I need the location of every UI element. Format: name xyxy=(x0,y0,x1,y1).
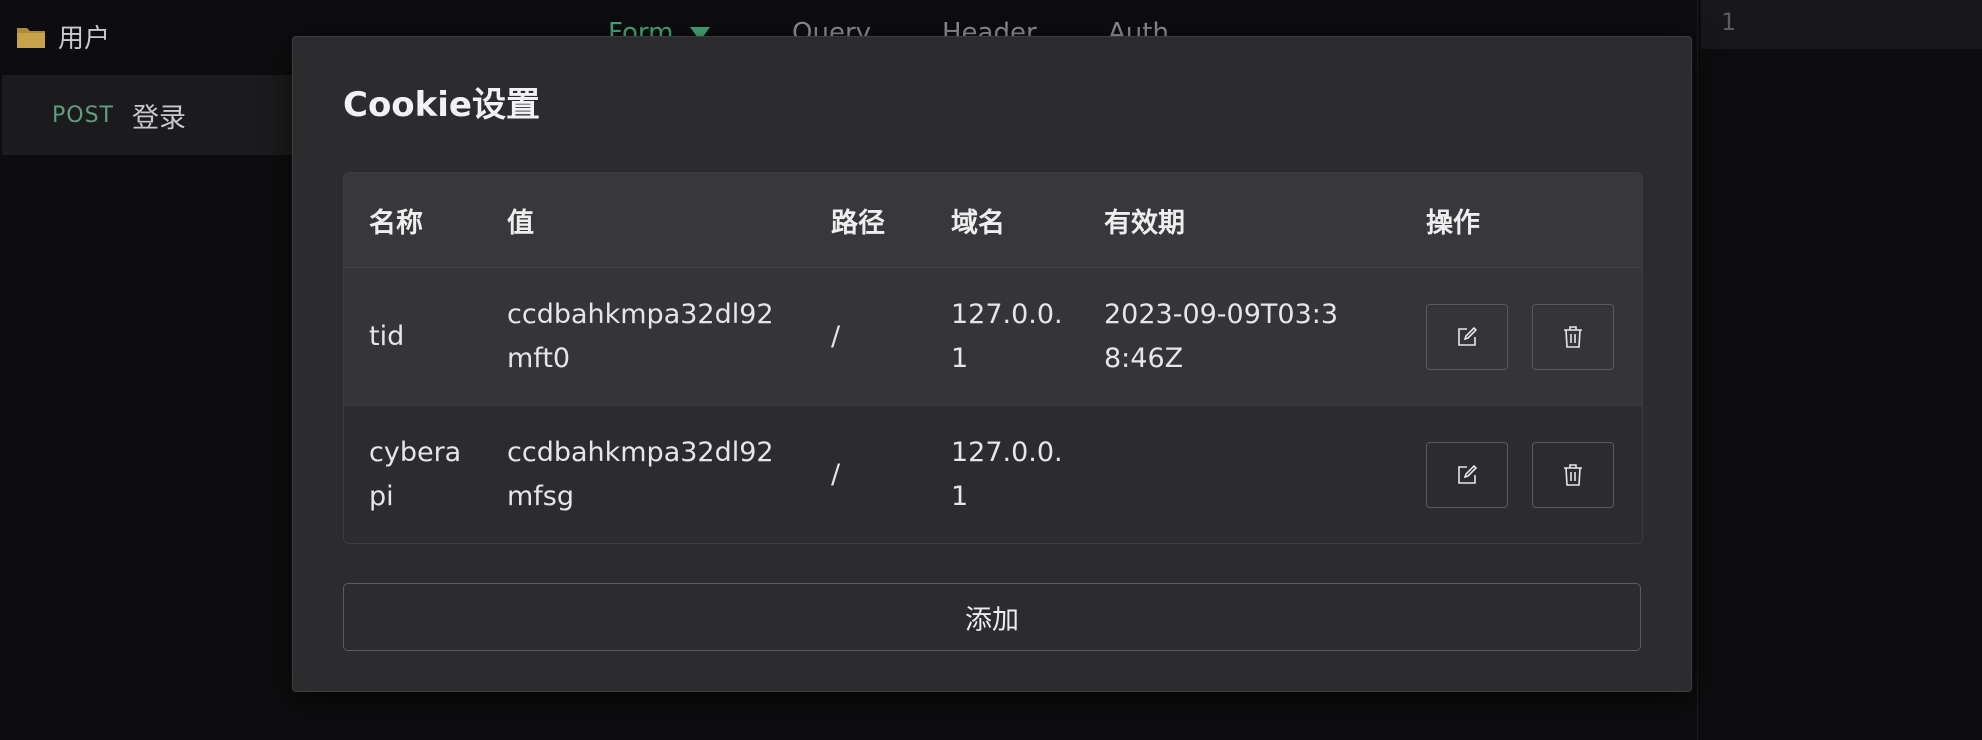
cookie-name: tid xyxy=(369,320,405,352)
column-header-domain: 域名 xyxy=(951,208,1005,239)
response-editor[interactable]: 1 xyxy=(1697,0,1982,740)
edit-button[interactable] xyxy=(1426,441,1508,508)
edit-icon xyxy=(1458,464,1478,484)
column-header-path: 路径 xyxy=(831,208,885,239)
column-header-name: 名称 xyxy=(369,208,423,239)
add-cookie-button[interactable]: 添加 xyxy=(343,583,1641,651)
request-method: POST xyxy=(52,102,114,128)
column-header-value: 值 xyxy=(507,208,534,239)
trash-icon xyxy=(1564,463,1582,486)
table-header: 名称 值 路径 域名 有效期 操作 xyxy=(344,173,1642,268)
row-actions xyxy=(1426,441,1614,508)
cookie-expires: 2023-09-09T03:38:46Z xyxy=(1104,298,1339,374)
cookie-value: ccdbahkmpa32dl92mfsg xyxy=(507,436,774,512)
cookie-path: / xyxy=(831,458,841,490)
request-tabs: Form Query Header Auth xyxy=(563,0,1697,48)
delete-button[interactable] xyxy=(1532,441,1614,508)
delete-button[interactable] xyxy=(1532,303,1614,370)
cookie-settings-modal: Cookie设置 名称 值 路径 域名 有效期 操作 tid ccdbahkmp… xyxy=(292,36,1692,692)
app: 用户 POST 登录 Form Query Header Auth 1 Cook… xyxy=(0,0,1982,740)
cookie-path: / xyxy=(831,320,841,352)
sidebar-folder[interactable]: 用户 xyxy=(16,14,110,58)
edit-button[interactable] xyxy=(1426,303,1508,370)
request-name: 登录 xyxy=(132,102,186,134)
column-header-expires: 有效期 xyxy=(1104,208,1185,239)
line-number: 1 xyxy=(1721,8,1736,36)
cookie-value: ccdbahkmpa32dl92mft0 xyxy=(507,298,774,374)
folder-label: 用户 xyxy=(58,23,111,54)
folder-icon xyxy=(16,25,46,48)
cookie-domain: 127.0.0.1 xyxy=(951,436,1063,512)
sidebar-request-item[interactable]: POST 登录 xyxy=(2,75,302,155)
table-row: tid ccdbahkmpa32dl92mft0 / 127.0.0.1 202… xyxy=(344,268,1642,405)
table-row: cyberapi ccdbahkmpa32dl92mfsg / 127.0.0.… xyxy=(344,405,1642,543)
cookie-table: 名称 值 路径 域名 有效期 操作 tid ccdbahkmpa32dl92mf… xyxy=(343,172,1643,544)
column-header-actions: 操作 xyxy=(1426,208,1480,239)
modal-title: Cookie设置 xyxy=(343,85,540,125)
edit-icon xyxy=(1458,326,1478,346)
cookie-name: cyberapi xyxy=(369,436,462,512)
trash-icon xyxy=(1564,325,1582,348)
cookie-domain: 127.0.0.1 xyxy=(951,298,1063,374)
editor-line: 1 xyxy=(1701,0,1982,49)
row-actions xyxy=(1426,303,1614,370)
